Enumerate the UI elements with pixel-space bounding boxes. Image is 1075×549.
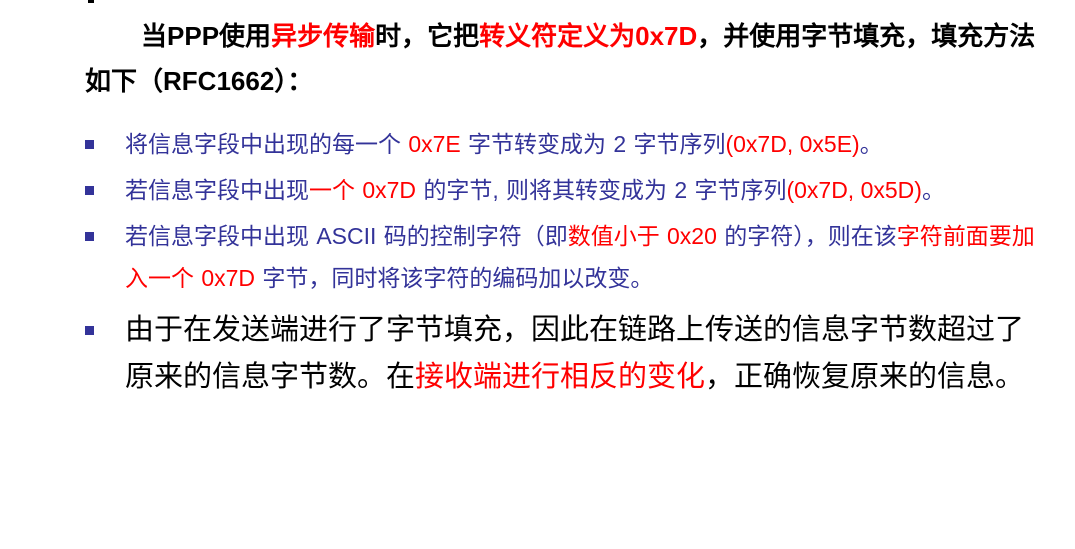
bullet-text: 若信息字段中出现	[125, 178, 309, 204]
bullet-text: 码的控制字符（即	[376, 224, 568, 250]
intro-text: 使用	[219, 22, 272, 52]
bullet-item-1: 将信息字段中出现的每一个 0x7E 字节转变成为 2 字节序列(0x7D, 0x…	[85, 124, 1045, 166]
bullet-item-2: 若信息字段中出现一个 0x7D 的字节, 则将其转变成为 2 字节序列(0x7D…	[85, 170, 1045, 212]
bullet-highlight: (0x7D, 0x5E)	[725, 131, 860, 157]
bullet-highlight: 接收端进行相反的变化	[415, 359, 706, 393]
bullet-text: 字节序列	[626, 132, 726, 158]
intro-highlight-escape: 转义符定义为	[479, 22, 636, 52]
intro-text: 时，它把	[375, 22, 480, 52]
bullet-highlight: 0x7D	[362, 177, 417, 203]
intro-ppp: PPP	[167, 21, 220, 51]
bullet-text: 的字节	[416, 178, 493, 204]
bullet-text: 的字符），则在该	[716, 224, 897, 250]
top-mark	[88, 0, 94, 3]
bullet-square-icon	[85, 140, 94, 149]
bullet-text: 则将其转变成为	[498, 178, 675, 204]
intro-highlight-async: 异步传输	[271, 22, 376, 52]
bullet-number: 2	[613, 131, 627, 157]
bullet-text: 字节转变成为	[460, 132, 614, 158]
bullet-square-icon	[85, 232, 94, 241]
bullet-text: 字节序列	[687, 178, 787, 204]
bullet-ascii: ASCII	[316, 223, 377, 249]
bullet-highlight: 0x20	[667, 223, 717, 249]
bullet-text: 。	[921, 178, 945, 204]
bullet-highlight: 一个	[309, 178, 355, 204]
bullet-text: 字节，同时将该字符的编码加以改变。	[255, 266, 654, 292]
bullet-item-4: 由于在发送端进行了字节填充，因此在链路上传送的信息字节数超过了原来的信息字节数。…	[85, 306, 1045, 400]
intro-rfc: RFC1662	[163, 66, 275, 96]
bullet-text: ，正确恢复原来的信息。	[705, 359, 1025, 393]
bullet-text: 若信息字段中出现	[125, 224, 317, 250]
bullet-text: 将信息字段中出现的每一个	[125, 132, 409, 158]
intro-text: ）：	[274, 67, 314, 97]
slide: 当PPP使用异步传输时，它把转义符定义为0x7D，并使用字节填充，填充方法如下（…	[0, 0, 1075, 549]
bullet-square-icon	[85, 186, 94, 195]
bullet-square-icon	[85, 326, 94, 335]
bullet-highlight: 0x7E	[408, 131, 461, 157]
bullet-number: 2	[674, 177, 688, 203]
bullet-item-3: 若信息字段中出现 ASCII 码的控制字符（即数值小于 0x20 的字符），则在…	[85, 216, 1045, 300]
bullet-highlight: (0x7D, 0x5D)	[786, 177, 922, 203]
bullet-highlight: 0x7D	[201, 265, 256, 291]
intro-paragraph: 当PPP使用异步传输时，它把转义符定义为0x7D，并使用字节填充，填充方法如下（…	[85, 14, 1045, 104]
bullet-text: 。	[859, 132, 883, 158]
bullet-highlight: 数值小于	[567, 224, 668, 250]
bullet-list: 将信息字段中出现的每一个 0x7E 字节转变成为 2 字节序列(0x7D, 0x…	[85, 124, 1045, 400]
intro-highlight-0x7d: 0x7D	[635, 21, 698, 51]
intro-text: 当	[141, 22, 168, 52]
